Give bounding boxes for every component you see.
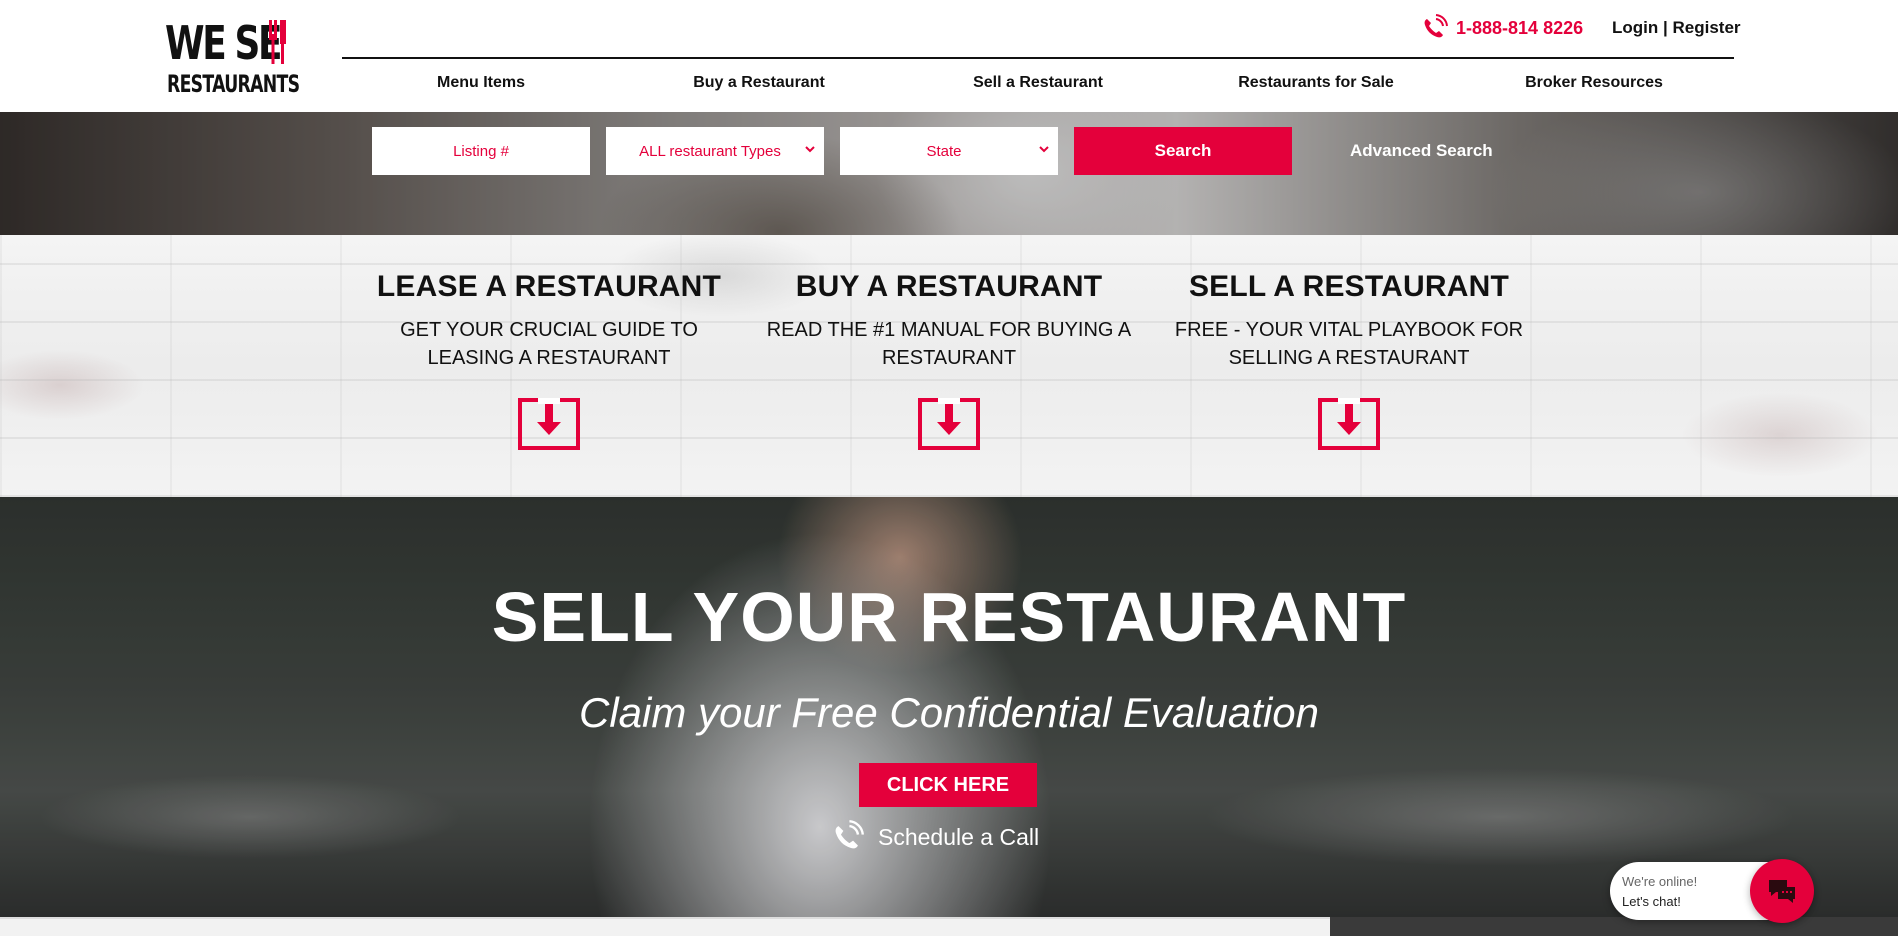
logo-line1: WE SE <box>165 16 283 70</box>
logo-line2: RESTAURANTS <box>167 70 300 98</box>
guide-description: GET YOUR CRUCIAL GUIDE TO LEASING A REST… <box>400 319 698 369</box>
auth-separator: | <box>1663 18 1668 37</box>
guide-description: FREE - YOUR VITAL PLAYBOOK FOR SELLING A… <box>1174 319 1524 369</box>
download-icon[interactable] <box>1318 398 1380 450</box>
chevron-down-icon <box>805 146 815 153</box>
fork-knife-icon <box>269 20 286 64</box>
nav-buy-a-restaurant[interactable]: Buy a Restaurant <box>693 74 825 92</box>
restaurant-type-value: ALL restaurant Types <box>639 142 781 160</box>
chat-prompt: Let's chat! <box>1622 894 1681 909</box>
search-band: Listing # ALL restaurant Types State Sea… <box>0 112 1898 235</box>
state-value: State <box>926 142 962 160</box>
phone-icon <box>1424 14 1448 38</box>
guides-section: LEASE A RESTAURANT GET YOUR CRUCIAL GUID… <box>0 235 1898 497</box>
phone-link[interactable]: 1-888-814 8226 <box>1420 14 1583 42</box>
guide-lease: LEASE A RESTAURANT GET YOUR CRUCIAL GUID… <box>359 270 739 372</box>
guide-sell: SELL A RESTAURANT FREE - YOUR VITAL PLAY… <box>1159 270 1539 372</box>
register-link[interactable]: Register <box>1673 18 1741 37</box>
nav-restaurants-for-sale[interactable]: Restaurants for Sale <box>1238 74 1394 92</box>
click-here-button[interactable]: CLICK HERE <box>859 763 1037 807</box>
schedule-call-link[interactable]: Schedule a Call <box>830 820 1039 854</box>
phone-number: 1-888-814 8226 <box>1456 17 1584 38</box>
auth-links: Login | Register <box>1612 18 1741 38</box>
nav-menu-items[interactable]: Menu Items <box>437 74 525 92</box>
guide-title: BUY A RESTAURANT <box>795 270 1103 303</box>
guide-buy: BUY A RESTAURANT READ THE #1 MANUAL FOR … <box>759 270 1139 372</box>
header-divider <box>342 57 1734 59</box>
site-header: WE SE RESTAURANTS 1-888-814 8226 Login |… <box>0 0 1898 112</box>
hero-title: SELL YOUR RESTAURANT <box>491 578 1407 656</box>
schedule-call-label: Schedule a Call <box>878 823 1040 850</box>
chat-icon <box>1769 880 1795 903</box>
hero-section: SELL YOUR RESTAURANT Claim your Free Con… <box>0 497 1898 917</box>
guide-title: SELL A RESTAURANT <box>1188 270 1510 303</box>
nav-sell-a-restaurant[interactable]: Sell a Restaurant <box>973 74 1103 92</box>
chevron-down-icon <box>1039 146 1049 153</box>
main-nav: Menu Items Buy a Restaurant Sell a Resta… <box>342 74 1734 98</box>
search-button[interactable]: Search <box>1074 127 1292 175</box>
nav-broker-resources[interactable]: Broker Resources <box>1525 74 1663 92</box>
next-section-edge-dark <box>1330 917 1898 936</box>
advanced-search-link[interactable]: Advanced Search <box>1350 141 1493 161</box>
listing-number-input[interactable]: Listing # <box>372 127 590 175</box>
restaurant-type-select[interactable]: ALL restaurant Types <box>606 127 824 175</box>
phone-icon <box>835 820 864 849</box>
download-icon[interactable] <box>918 398 980 450</box>
guide-title: LEASE A RESTAURANT <box>376 270 722 303</box>
download-icon[interactable] <box>518 398 580 450</box>
next-section-edge <box>0 917 1330 936</box>
login-link[interactable]: Login <box>1612 18 1658 37</box>
site-logo[interactable]: WE SE RESTAURANTS <box>165 14 300 98</box>
chat-status: We're online! <box>1622 874 1698 889</box>
chat-open-button[interactable] <box>1750 859 1814 923</box>
hero-subtitle: Claim your Free Confidential Evaluation <box>578 689 1320 736</box>
guide-description: READ THE #1 MANUAL FOR BUYING A RESTAURA… <box>766 319 1132 369</box>
state-select[interactable]: State <box>840 127 1058 175</box>
